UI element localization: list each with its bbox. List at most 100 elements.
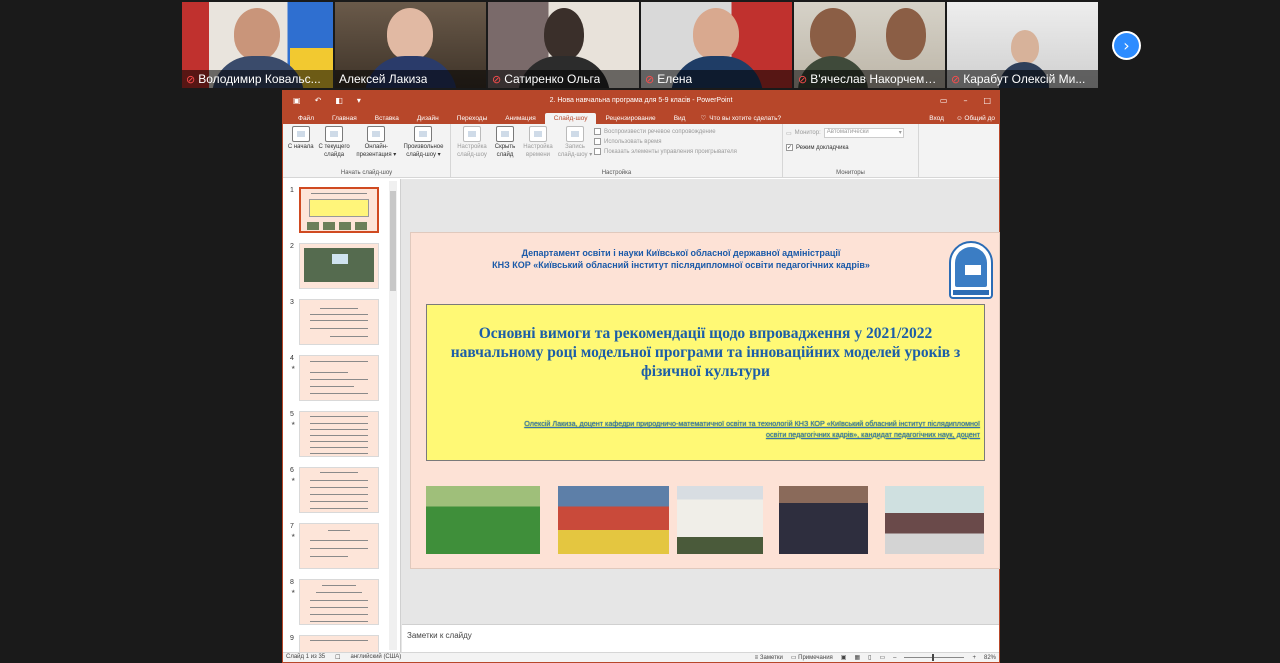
zoom-level[interactable]: 82%	[984, 655, 996, 661]
play-current-icon	[325, 126, 344, 142]
participant-name: Володимир Ковальс...	[198, 72, 321, 86]
slide-thumbnail[interactable]: 5 ★	[287, 411, 387, 461]
notes-icon: ≡	[754, 654, 759, 661]
current-slide[interactable]: Департамент освіти і науки Київської обл…	[410, 232, 1000, 569]
zoom-meeting: ⊘ Володимир Ковальс... Алексей Лакиза ⊘ Са…	[0, 0, 1280, 663]
custom-slideshow-button[interactable]: Произвольное слайд-шоу ▾	[400, 126, 447, 167]
group-label: Мониторы	[836, 170, 865, 176]
play-narrations-checkbox[interactable]: Воспроизвести речевое сопровождение	[594, 128, 737, 135]
zoom-out-icon[interactable]: –	[893, 655, 896, 661]
participant-tile[interactable]: ⊘ Володимир Ковальс...	[182, 2, 333, 88]
participant-tile[interactable]: ⊘ Сатиренко Ольга	[488, 2, 639, 88]
mic-muted-icon: ⊘	[951, 72, 961, 86]
animation-star-icon: ★	[291, 533, 296, 539]
animation-star-icon: ★	[291, 589, 296, 595]
ribbon-group-monitors: ▭ Монитор: Автоматически ▾ ✓ Режим докладчи…	[783, 124, 919, 177]
slideshow-view-icon[interactable]: ▭	[879, 654, 885, 661]
slide-sorter-icon[interactable]: ▦	[854, 654, 860, 661]
comment-icon: ▭	[790, 655, 797, 661]
present-online-button[interactable]: Онлайн-презентация ▾	[353, 126, 400, 167]
participant-name: Алексей Лакиза	[339, 72, 428, 86]
tab-transitions[interactable]: Переходы	[448, 113, 497, 124]
timer-icon	[529, 126, 547, 142]
mic-muted-icon: ⊘	[186, 72, 196, 86]
slide-thumbnail[interactable]: 6 ★	[287, 467, 387, 517]
photo-meeting	[885, 486, 984, 554]
status-bar: Слайд 1 из 35 ☐ английский (США) ≡ Замет…	[283, 652, 999, 662]
language-indicator[interactable]: английский (США)	[351, 654, 402, 661]
sign-in-link[interactable]: Вход	[929, 115, 944, 122]
zoom-in-icon[interactable]: +	[972, 655, 976, 661]
slide-counter: Слайд 1 из 35	[286, 654, 326, 660]
participant-video	[234, 8, 280, 60]
use-timings-checkbox[interactable]: Использовать время	[594, 138, 737, 145]
tell-me-search[interactable]: ♡ Что вы хотите сделать?	[694, 112, 787, 124]
from-beginning-button[interactable]: С начала	[286, 126, 315, 167]
slide-author: Олексій Лакиза, доцент кафедри природнич…	[524, 419, 980, 439]
hide-slide-button[interactable]: Скрыть слайд	[490, 126, 520, 167]
setup-slideshow-button[interactable]: Настройка слайд-шоу	[454, 126, 490, 167]
participant-name: Карабут Олексій Ми...	[963, 72, 1086, 86]
presenter-view-checkbox[interactable]: ✓ Режим докладчика	[786, 144, 915, 151]
workspace: 1 2 3 4 ★ 5 ★ 6 ★ 7 ★ 8 ★ 9 Департамент …	[283, 179, 1000, 652]
slide-canvas: Департамент освіти і науки Київської обл…	[402, 179, 1000, 624]
tab-insert[interactable]: Вставка	[366, 113, 408, 124]
photo-award	[779, 486, 868, 554]
thumbnail-scrollbar[interactable]	[389, 181, 397, 650]
participant-video	[1011, 30, 1039, 64]
slide-thumbnail[interactable]: 1	[287, 187, 387, 237]
tab-file[interactable]: Файл	[289, 113, 323, 124]
maximize-icon[interactable]: □	[983, 96, 991, 105]
participant-tile[interactable]: ⊘ Елена	[641, 2, 792, 88]
monitor-icon: ▭	[786, 130, 792, 137]
participant-name: Сатиренко Ольга	[504, 72, 601, 86]
record-icon	[566, 126, 584, 142]
slide-thumbnail[interactable]: 4 ★	[287, 355, 387, 405]
spellcheck-icon[interactable]: ☐	[335, 654, 340, 661]
animation-star-icon: ★	[291, 477, 296, 483]
tab-design[interactable]: Дизайн	[408, 113, 448, 124]
rehearse-timings-button[interactable]: Настройка времени	[520, 126, 556, 167]
person-icon: ☺	[955, 115, 963, 122]
notes-pane[interactable]: Заметки к слайду	[402, 624, 999, 652]
notes-toggle[interactable]: ≡ Заметки	[755, 655, 783, 661]
tab-slide-show[interactable]: Слайд-шоу	[544, 113, 597, 124]
next-participants-button[interactable]: ›	[1112, 31, 1141, 60]
tab-home[interactable]: Главная	[323, 113, 366, 124]
monitor-select[interactable]: Автоматически ▾	[823, 128, 904, 138]
tab-view[interactable]: Вид	[665, 113, 695, 124]
participant-tile[interactable]: ⊘ Карабут Олексій Ми...	[947, 2, 1098, 88]
participant-name: В'ячеслав Накорчемний	[810, 72, 939, 86]
ribbon-display-icon[interactable]: ▭	[940, 96, 948, 105]
slide-thumbnail[interactable]: 2	[287, 243, 387, 293]
record-slideshow-button[interactable]: Запись слайд-шоу ▾	[556, 126, 594, 167]
zoom-slider[interactable]	[904, 654, 965, 661]
document-title: 2. Нова навчальна програма для 5-9 класі…	[549, 97, 733, 104]
title-bar: ▣ ↶ ◧ ▾ 2. Нова навчальна програма для 5…	[283, 91, 999, 110]
slide-thumbnail-pane: 1 2 3 4 ★ 5 ★ 6 ★ 7 ★ 8 ★ 9	[283, 179, 401, 652]
ribbon-tabs: Файл Главная Вставка Дизайн Переходы Ани…	[283, 110, 999, 124]
slide-thumbnail[interactable]: 8 ★	[287, 579, 387, 629]
chevron-down-icon: ▾	[898, 130, 902, 136]
tab-review[interactable]: Рецензирование	[596, 113, 664, 124]
slide-thumbnail[interactable]: 9	[287, 635, 387, 652]
from-current-slide-button[interactable]: С текущего слайда	[315, 126, 352, 167]
share-button[interactable]: ☺ Общий до	[956, 115, 995, 122]
minimize-icon[interactable]: –	[963, 96, 967, 105]
reading-view-icon[interactable]: ▯	[868, 654, 871, 661]
animation-star-icon: ★	[291, 365, 296, 371]
mic-muted-icon: ⊘	[492, 72, 502, 86]
participant-video	[693, 8, 739, 60]
chevron-right-icon: ›	[1114, 33, 1139, 58]
participant-tile-active-speaker[interactable]: Алексей Лакиза	[335, 2, 486, 88]
participant-video	[544, 8, 584, 60]
participant-tile[interactable]: ⊘ В'ячеслав Накорчемний	[794, 2, 945, 88]
tab-animations[interactable]: Анимация	[496, 113, 545, 124]
normal-view-icon[interactable]: ▣	[841, 654, 847, 661]
participant-video	[387, 8, 433, 60]
slide-thumbnail[interactable]: 3	[287, 299, 387, 349]
comments-toggle[interactable]: ▭ Примечания	[791, 654, 833, 661]
show-media-controls-checkbox[interactable]: Показать элементы управления проигрывате…	[594, 148, 737, 155]
mic-muted-icon: ⊘	[645, 72, 655, 86]
slide-thumbnail[interactable]: 7 ★	[287, 523, 387, 573]
